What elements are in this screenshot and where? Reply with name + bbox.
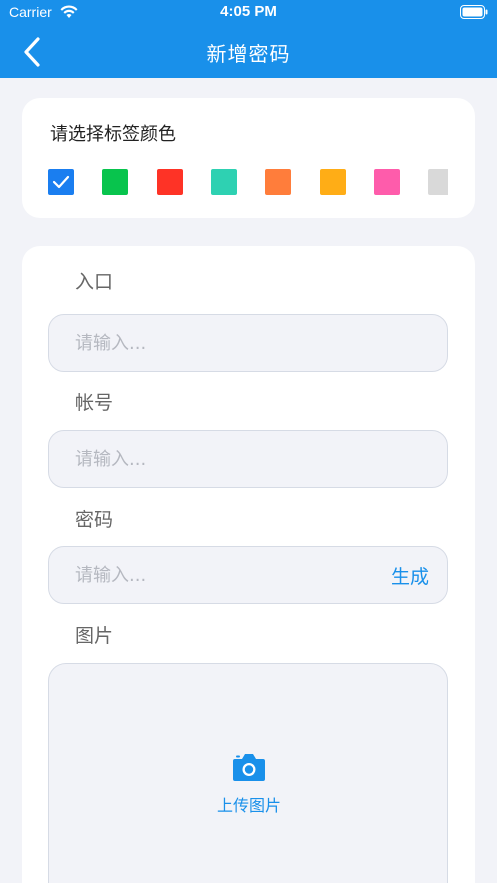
color-swatch[interactable] — [102, 169, 128, 195]
color-swatch[interactable] — [428, 169, 448, 195]
password-field[interactable]: 生成 — [48, 546, 448, 604]
checkmark-icon — [52, 175, 70, 189]
password-label: 密码 — [75, 509, 114, 531]
generate-password-button[interactable]: 生成 — [391, 562, 429, 589]
nav-bar: 新增密码 — [0, 26, 497, 78]
image-label: 图片 — [75, 625, 114, 647]
password-form-card: 入口 帐号 密码 生成 图片 上传图片 — [22, 246, 475, 883]
password-input[interactable] — [75, 547, 375, 603]
page-title: 新增密码 — [206, 42, 291, 66]
color-swatch[interactable] — [48, 169, 74, 195]
battery-icon — [460, 5, 488, 19]
image-upload-area[interactable]: 上传图片 — [48, 663, 448, 883]
status-time: 4:05 PM — [220, 3, 277, 20]
entry-field[interactable] — [48, 314, 448, 372]
color-swatch[interactable] — [211, 169, 237, 195]
color-picker-heading: 请选择标签颜色 — [50, 124, 176, 145]
status-bar: Carrier 4:05 PM — [0, 0, 497, 26]
color-swatch-list — [48, 169, 448, 195]
upload-image-label: 上传图片 — [216, 796, 281, 815]
color-picker-card: 请选择标签颜色 — [22, 98, 475, 218]
account-label: 帐号 — [75, 392, 114, 414]
color-swatch[interactable] — [157, 169, 183, 195]
color-swatch[interactable] — [320, 169, 346, 195]
camera-icon — [233, 754, 265, 781]
color-swatch[interactable] — [374, 169, 400, 195]
account-input[interactable] — [75, 431, 375, 487]
color-swatch[interactable] — [265, 169, 291, 195]
entry-input[interactable] — [75, 315, 375, 371]
entry-label: 入口 — [75, 271, 114, 293]
account-field[interactable] — [48, 430, 448, 488]
